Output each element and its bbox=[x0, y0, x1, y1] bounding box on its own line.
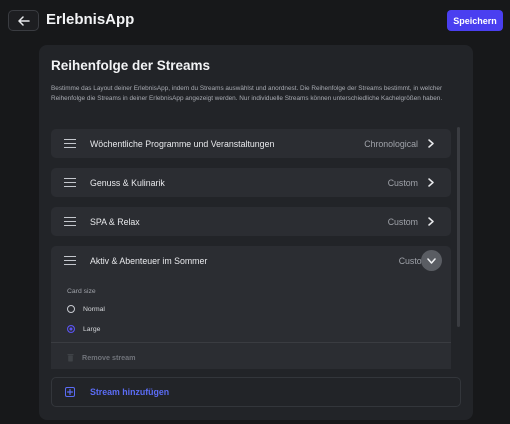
arrow-left-icon bbox=[17, 15, 30, 26]
chevron-right-icon[interactable] bbox=[426, 178, 436, 188]
radio-button[interactable] bbox=[67, 305, 75, 313]
stream-order-card: Reihenfolge der Streams Bestimme das Lay… bbox=[39, 45, 473, 420]
stream-row[interactable]: Aktiv & Abenteuer im Sommer Custom bbox=[51, 246, 451, 275]
plus-icon bbox=[65, 387, 75, 397]
stream-mode: Custom bbox=[387, 216, 418, 227]
stream-mode: Custom bbox=[387, 177, 418, 188]
stream-name: SPA & Relax bbox=[90, 216, 140, 227]
chevron-right-icon[interactable] bbox=[426, 217, 436, 227]
trash-icon bbox=[67, 354, 74, 362]
back-button[interactable] bbox=[8, 10, 39, 31]
card-size-label: Card size bbox=[67, 288, 96, 295]
stream-name: Aktiv & Abenteuer im Sommer bbox=[90, 255, 208, 266]
top-bar: ErlebnisApp Speichern bbox=[0, 0, 510, 42]
card-size-option-large[interactable]: Large bbox=[67, 325, 100, 333]
expanded-stream-panel: Aktiv & Abenteuer im Sommer Custom Card … bbox=[51, 246, 451, 369]
section-description: Bestimme das Layout deiner ErlebnisApp, … bbox=[51, 85, 443, 102]
scrollbar[interactable] bbox=[457, 127, 460, 327]
divider bbox=[51, 342, 451, 343]
stream-row[interactable]: Genuss & Kulinarik Custom bbox=[51, 168, 451, 197]
radio-button-checked[interactable] bbox=[67, 325, 75, 333]
app-title: ErlebnisApp bbox=[46, 11, 135, 28]
stream-mode: Chronological bbox=[364, 138, 418, 149]
chevron-right-icon[interactable] bbox=[426, 139, 436, 149]
radio-label: Large bbox=[83, 325, 101, 333]
stream-name: Wöchentliche Programme und Veranstaltung… bbox=[90, 138, 275, 149]
collapse-button[interactable] bbox=[421, 250, 442, 271]
remove-stream-label: Remove stream bbox=[82, 353, 136, 362]
stream-row[interactable]: Wöchentliche Programme und Veranstaltung… bbox=[51, 129, 451, 158]
add-stream-button[interactable]: Stream hinzufügen bbox=[51, 377, 461, 407]
drag-handle-icon[interactable] bbox=[64, 217, 76, 226]
drag-handle-icon[interactable] bbox=[64, 178, 76, 187]
drag-handle-icon[interactable] bbox=[64, 139, 76, 148]
section-title: Reihenfolge der Streams bbox=[51, 58, 211, 73]
chevron-down-icon bbox=[427, 257, 436, 264]
stream-name: Genuss & Kulinarik bbox=[90, 177, 165, 188]
add-stream-label: Stream hinzufügen bbox=[90, 387, 170, 397]
remove-stream-button[interactable]: Remove stream bbox=[67, 353, 136, 362]
stream-row[interactable]: SPA & Relax Custom bbox=[51, 207, 451, 236]
save-button[interactable]: Speichern bbox=[447, 10, 503, 31]
card-size-option-normal[interactable]: Normal bbox=[67, 305, 105, 313]
radio-label: Normal bbox=[83, 305, 105, 313]
drag-handle-icon[interactable] bbox=[64, 256, 76, 265]
stream-list: Wöchentliche Programme und Veranstaltung… bbox=[51, 129, 453, 369]
